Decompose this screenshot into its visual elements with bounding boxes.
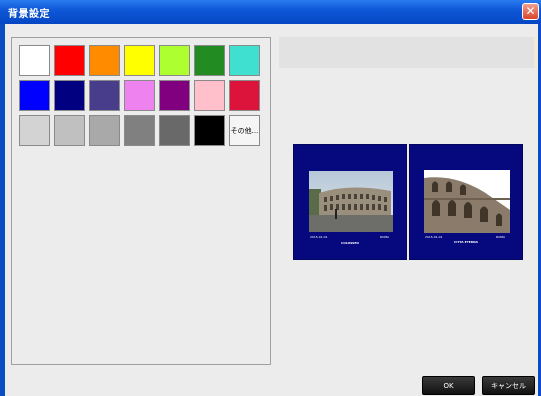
color-swatch[interactable] [124,80,155,111]
color-swatch[interactable] [124,45,155,76]
window-title: 背景設定 [8,9,50,20]
color-swatch[interactable] [194,80,225,111]
page-2-caption: CITTA ETERNA [454,240,478,244]
color-swatch[interactable] [19,115,50,146]
color-swatch[interactable] [159,115,190,146]
color-swatch[interactable] [19,80,50,111]
color-swatch[interactable] [54,80,85,111]
dialog-window: 背景設定 ✕ その他... 2015-01-01 ROMA COLOSSEO 2… [0,0,541,396]
color-swatch[interactable] [54,45,85,76]
ok-button[interactable]: OK [422,376,475,395]
color-swatch[interactable] [229,45,260,76]
color-swatch[interactable] [89,115,120,146]
color-swatch[interactable] [159,80,190,111]
page-1-caption: COLOSSEO [341,241,359,245]
page-2-left-text: 2015-01-01 [425,235,443,239]
page-1-left-text: 2015-01-01 [310,235,328,239]
page-2-right-text: ROMA [496,235,506,239]
color-swatch[interactable] [194,115,225,146]
preview-panel: 2015-01-01 ROMA COLOSSEO 2015-01-01 ROMA… [279,37,538,365]
photo-colosseum-detail [424,170,510,233]
photo-colosseum-wide [309,171,393,232]
color-swatch[interactable] [159,45,190,76]
other-color-button[interactable]: その他... [229,115,260,146]
color-swatch[interactable] [54,115,85,146]
color-swatch[interactable] [124,115,155,146]
color-swatch[interactable] [89,45,120,76]
color-swatch[interactable] [229,80,260,111]
dialog-button-bar: OK キャンセル [5,374,538,396]
preview-header-strip [279,37,538,68]
color-swatch[interactable] [194,45,225,76]
close-icon: ✕ [525,4,536,18]
page-1-right-text: ROMA [380,235,390,239]
color-palette-panel: その他... [11,37,271,365]
close-button[interactable]: ✕ [522,3,539,20]
color-swatch[interactable] [89,80,120,111]
preview-page-2: 2015-01-01 ROMA CITTA ETERNA [409,144,523,260]
color-swatch[interactable] [19,45,50,76]
cancel-button[interactable]: キャンセル [482,376,535,395]
preview-page-1: 2015-01-01 ROMA COLOSSEO [293,144,407,260]
title-bar[interactable]: 背景設定 ✕ [0,0,541,24]
